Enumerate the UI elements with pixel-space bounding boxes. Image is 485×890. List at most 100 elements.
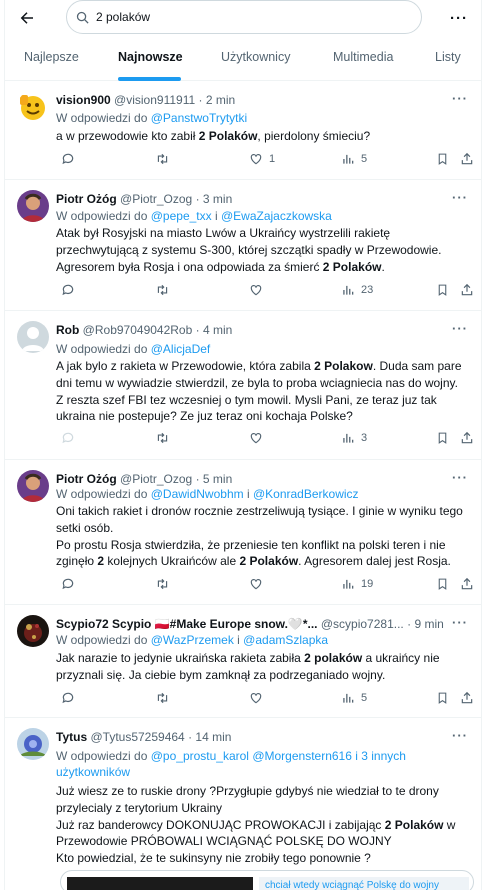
bookmark-button[interactable] bbox=[436, 283, 449, 297]
tweet-paragraph: Już wiesz ze to ruskie drony ?Przygłupie… bbox=[56, 784, 439, 815]
tweet[interactable]: Piotr Ożóg @Piotr_Ozog · 3 min ··· W odp… bbox=[5, 180, 481, 311]
reply-mention[interactable]: @pepe_txx bbox=[151, 209, 212, 223]
bookmark-icon bbox=[438, 432, 447, 444]
reply-button[interactable] bbox=[61, 152, 75, 166]
embedded-media-card[interactable]: chciał wtedy wciągnąć Polskę do wojny bbox=[60, 870, 474, 890]
tweet-time[interactable]: · 9 min bbox=[407, 617, 444, 631]
tab-multimedia[interactable]: Multimedia bbox=[333, 50, 393, 64]
bookmark-button[interactable] bbox=[436, 431, 449, 445]
share-icon bbox=[461, 283, 473, 296]
share-button[interactable] bbox=[460, 691, 474, 705]
tab-uzytkownicy[interactable]: Użytkownicy bbox=[221, 50, 290, 64]
tab-listy[interactable]: Listy bbox=[435, 50, 461, 64]
reply-mention[interactable]: @adamSzlapka bbox=[243, 633, 328, 647]
avatar[interactable] bbox=[17, 470, 49, 502]
tweet[interactable]: Tytus @Tytus57259464 · 14 min ··· W odpo… bbox=[5, 718, 481, 890]
tweet[interactable]: Rob @Rob97049042Rob · 4 min ··· W odpowi… bbox=[5, 311, 481, 460]
views-button[interactable]: 5 bbox=[341, 691, 367, 705]
reply-prefix: W odpowiedzi do bbox=[56, 342, 148, 356]
reply-mention[interactable]: @PanstwoTrytytki bbox=[151, 111, 247, 125]
share-button[interactable] bbox=[460, 577, 474, 591]
back-button[interactable] bbox=[13, 4, 41, 32]
tweet-time[interactable]: · 5 min bbox=[196, 472, 233, 486]
tab-najnowsze[interactable]: Najnowsze bbox=[118, 50, 183, 64]
reply-mention[interactable]: @po_prostu_karol bbox=[151, 749, 249, 763]
tweet-time[interactable]: · 14 min bbox=[188, 730, 231, 744]
reply-button[interactable] bbox=[61, 283, 75, 297]
author-name[interactable]: Tytus bbox=[56, 730, 87, 744]
reply-mention[interactable]: @Morgenstern616 bbox=[252, 749, 352, 763]
like-button[interactable]: 1 bbox=[249, 152, 275, 166]
author-handle[interactable]: @scypio7281... bbox=[321, 617, 404, 631]
like-button[interactable] bbox=[249, 431, 263, 445]
tweet-actions: 3 bbox=[56, 431, 476, 451]
more-options-button[interactable]: ··· bbox=[445, 4, 473, 32]
tab-najlepsze[interactable]: Najlepsze bbox=[24, 50, 79, 64]
reply-button[interactable] bbox=[61, 691, 75, 705]
arrow-left-icon bbox=[20, 12, 33, 24]
retweet-button[interactable] bbox=[155, 431, 170, 445]
like-button[interactable] bbox=[249, 577, 263, 591]
search-input[interactable] bbox=[96, 10, 396, 24]
retweet-button[interactable] bbox=[155, 283, 170, 297]
share-button[interactable] bbox=[460, 152, 474, 166]
tweet-more-button[interactable]: ··· bbox=[452, 91, 468, 106]
author-handle[interactable]: @Piotr_Ozog bbox=[120, 192, 192, 206]
like-button[interactable] bbox=[249, 283, 263, 297]
reply-icon bbox=[62, 432, 74, 444]
tweet[interactable]: Piotr Ożóg @Piotr_Ozog · 5 min ··· W odp… bbox=[5, 460, 481, 605]
tweet-time[interactable]: · 2 min bbox=[199, 93, 236, 107]
author-name[interactable]: Piotr Ożóg bbox=[56, 472, 117, 486]
author-name[interactable]: Rob bbox=[56, 323, 79, 337]
bookmark-button[interactable] bbox=[436, 691, 449, 705]
reply-button[interactable] bbox=[61, 431, 75, 445]
avatar[interactable] bbox=[17, 615, 49, 647]
tweet-time[interactable]: · 3 min bbox=[196, 192, 233, 206]
tweet-time[interactable]: · 4 min bbox=[196, 323, 233, 337]
avatar[interactable] bbox=[17, 321, 49, 353]
tweet[interactable]: Scypio72 Scypio 🇵🇱#Make Europe snow.🤍*..… bbox=[5, 605, 481, 718]
views-icon bbox=[343, 285, 354, 295]
retweet-button[interactable] bbox=[155, 691, 170, 705]
avatar[interactable] bbox=[17, 728, 49, 760]
bookmark-button[interactable] bbox=[436, 577, 449, 591]
tweet-more-button[interactable]: ··· bbox=[452, 615, 468, 630]
search-highlight: 2 Polaków bbox=[384, 817, 444, 832]
share-button[interactable] bbox=[460, 431, 474, 445]
views-button[interactable]: 19 bbox=[341, 577, 373, 591]
author-handle[interactable]: @Piotr_Ozog bbox=[120, 472, 192, 486]
views-icon bbox=[343, 693, 354, 703]
author-name[interactable]: Scypio72 Scypio 🇵🇱#Make Europe snow.🤍*..… bbox=[56, 617, 318, 631]
bookmark-button[interactable] bbox=[436, 152, 449, 166]
tweet-more-button[interactable]: ··· bbox=[452, 190, 468, 205]
views-button[interactable]: 23 bbox=[341, 283, 373, 297]
views-button[interactable]: 5 bbox=[341, 152, 367, 166]
reply-mention[interactable]: @AlicjaDef bbox=[151, 342, 211, 356]
like-button[interactable] bbox=[249, 691, 263, 705]
reply-mention[interactable]: @KonradBerkowicz bbox=[253, 487, 359, 501]
views-button[interactable]: 3 bbox=[341, 431, 367, 445]
author-handle[interactable]: @Rob97049042Rob bbox=[83, 323, 193, 337]
author-name[interactable]: Piotr Ożóg bbox=[56, 192, 117, 206]
author-name[interactable]: vision900 bbox=[56, 93, 111, 107]
retweet-button[interactable] bbox=[155, 152, 170, 166]
author-handle[interactable]: @vision911911 bbox=[114, 93, 195, 107]
avatar[interactable] bbox=[17, 190, 49, 222]
views-icon bbox=[343, 433, 354, 443]
reply-mention[interactable]: @EwaZajaczkowska bbox=[221, 209, 332, 223]
reply-button[interactable] bbox=[61, 577, 75, 591]
author-handle[interactable]: @Tytus57259464 bbox=[90, 730, 184, 744]
search-box[interactable] bbox=[66, 0, 422, 34]
retweet-button[interactable] bbox=[155, 577, 170, 591]
tweet-text: Atak był Rosyjski na miasto Lwów a Ukrai… bbox=[56, 225, 466, 275]
media-thumbnail bbox=[67, 877, 253, 890]
tweet[interactable]: vision900 @vision911911 · 2 min ··· W od… bbox=[5, 81, 481, 180]
tweet-more-button[interactable]: ··· bbox=[452, 321, 468, 336]
tweet-text-part: A jak bylo z rakieta w Przewodowie, któr… bbox=[56, 359, 315, 373]
reply-mention[interactable]: @DawidNwobhm bbox=[151, 487, 244, 501]
reply-mention[interactable]: @WazPrzemek bbox=[151, 633, 234, 647]
share-button[interactable] bbox=[460, 283, 474, 297]
tweet-more-button[interactable]: ··· bbox=[452, 728, 468, 743]
avatar[interactable] bbox=[17, 91, 49, 123]
tweet-more-button[interactable]: ··· bbox=[452, 470, 468, 485]
